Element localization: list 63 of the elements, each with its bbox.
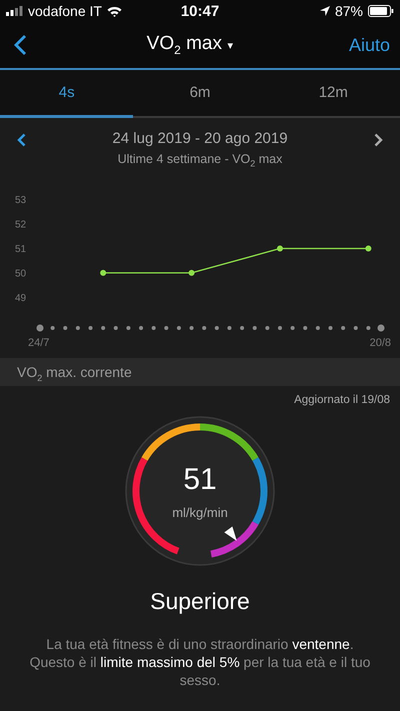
chart-subtitle: Ultime 4 settimane - VO$_{2}$ max (118, 152, 282, 168)
day-dot (190, 326, 194, 330)
chevron-left-icon (17, 133, 26, 147)
period-tab[interactable]: 12m (266, 70, 400, 118)
day-dot (176, 326, 181, 330)
day-dot (76, 326, 80, 330)
day-dot (354, 326, 358, 330)
signal-icon (6, 6, 23, 16)
day-dot (202, 326, 206, 330)
day-dot (227, 326, 232, 330)
status-time: 10:47 (180, 2, 220, 20)
data-point (100, 270, 106, 276)
updated-date: Aggiornato il 19/08 (294, 394, 390, 406)
vo2-value: 51 (183, 462, 217, 496)
y-axis-label: 49 (15, 292, 26, 304)
day-dot (278, 326, 282, 330)
location-icon (320, 6, 330, 16)
x-axis-label: 24/7 (28, 337, 50, 349)
day-dot (316, 326, 320, 330)
date-range: 24 lug 2019 - 20 ago 2019 (112, 130, 288, 147)
day-dot (101, 326, 106, 330)
day-dot (290, 326, 295, 330)
data-point (365, 246, 372, 252)
day-dot (366, 326, 370, 330)
period-tab[interactable]: 4s (0, 70, 134, 118)
day-dot (265, 326, 270, 330)
day-dot (328, 326, 332, 330)
rating-label: Superiore (149, 588, 251, 615)
day-dot (240, 326, 244, 330)
day-dot (114, 326, 118, 330)
section-header: VO$_{2}$ max. corrente (0, 358, 400, 386)
day-dot (88, 326, 93, 330)
fitness-description: La tua età fitness è di uno straordinario ventenne. Questo è il limite massimo del 5% per la tua età e il tuo sesso. (28, 635, 372, 689)
gauge-pointer (224, 526, 237, 541)
day-dot (152, 326, 156, 330)
title-dropdown[interactable]: VO$_{2}$ max ▾ (146, 33, 234, 57)
period-tab[interactable]: 6m (133, 70, 267, 118)
day-dot (126, 326, 130, 330)
day-dot (341, 326, 346, 330)
battery-icon (368, 5, 394, 17)
vo2-unit: ml/kg/min (172, 504, 228, 520)
day-dot (378, 324, 384, 332)
y-axis-label: 52 (15, 220, 26, 231)
wifi-icon (106, 6, 122, 16)
back-icon (14, 34, 27, 56)
day-dot (63, 326, 68, 330)
data-point (188, 270, 195, 276)
carrier-name: vodafone IT (28, 3, 102, 19)
chevron-right-icon (374, 133, 383, 147)
y-axis-label: 51 (15, 244, 26, 255)
day-dot (214, 326, 219, 330)
day-dot (36, 324, 44, 332)
battery-percentage: 87% (334, 3, 363, 19)
day-dot (252, 326, 257, 330)
day-dot (50, 326, 55, 330)
day-dot (303, 326, 308, 330)
x-axis-label: 20/8 (370, 337, 391, 349)
y-axis-label: 50 (15, 268, 26, 280)
data-point (276, 246, 283, 252)
day-dot (139, 326, 144, 330)
help-link[interactable]: Aiuto (348, 34, 390, 56)
y-axis-label: 53 (15, 195, 26, 206)
day-dot (164, 326, 168, 330)
